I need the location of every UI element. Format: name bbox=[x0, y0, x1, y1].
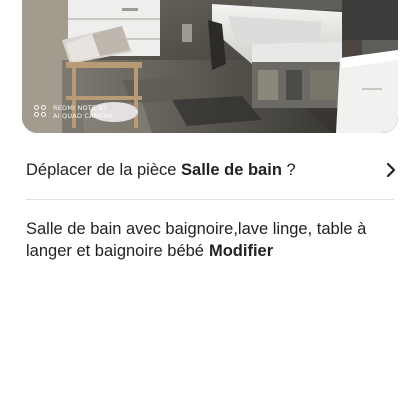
camera-dots-icon bbox=[34, 105, 48, 119]
edit-description-link[interactable]: Modifier bbox=[209, 242, 273, 260]
divider bbox=[26, 199, 394, 200]
watermark-text: REDMI NOTE 8T AI QUAD CAMERA bbox=[53, 104, 114, 120]
room-name: Salle de bain bbox=[181, 160, 282, 179]
room-description: Salle de bain avec baignoire,lave linge,… bbox=[26, 218, 398, 262]
chevron-right-icon[interactable] bbox=[384, 160, 398, 180]
move-to-room-row[interactable]: Déplacer de la pièce Salle de bain ? bbox=[26, 150, 398, 190]
room-photo[interactable]: REDMI NOTE 8T AI QUAD CAMERA bbox=[22, 0, 398, 133]
move-to-room-label: Déplacer de la pièce Salle de bain ? bbox=[26, 160, 296, 179]
description-text: Salle de bain avec baignoire,lave linge,… bbox=[26, 220, 367, 260]
camera-watermark: REDMI NOTE 8T AI QUAD CAMERA bbox=[34, 104, 113, 120]
